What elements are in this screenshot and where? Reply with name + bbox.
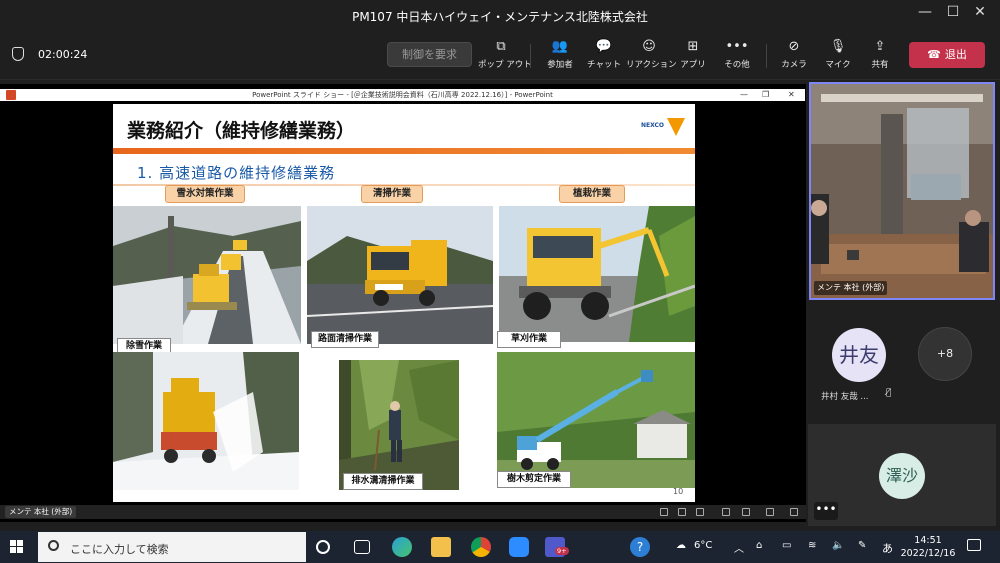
slide-header: 業務紹介（維持修繕業務） NEXCO [113, 104, 695, 154]
slide-heading: 業務紹介（維持修繕業務） [127, 120, 356, 142]
ime-indicator[interactable]: あ [882, 540, 893, 556]
ppt-window-title: PowerPoint スライド ショー - [＠企業技術説明会資料（石川高専 2… [252, 91, 553, 99]
ppt-close-icon: ✕ [788, 90, 795, 99]
photo-tree-pruning [497, 352, 695, 488]
popout-button[interactable]: ⧉ ポップ アウト [478, 38, 532, 70]
windows-taskbar: ここに入力して検索 9+ ? ☁ 6°C ︿ ⌂ ▭ ≋ 🔈 ✎ あ 14:51… [0, 531, 1000, 563]
window-title: PM107 中日本ハイウェイ・メンテナンス北陸株式会社 [352, 10, 648, 24]
tray-app-icon[interactable]: ⌂ [756, 540, 762, 551]
caption-road-sweeping: 路面清掃作業 [311, 331, 379, 348]
ppt-window-titlebar: PowerPoint スライド ショー - [＠企業技術説明会資料（石川高専 2… [0, 89, 805, 101]
category-cleaning: 清掃作業 [361, 185, 423, 203]
pen-icon[interactable]: ✎ [858, 540, 866, 551]
participant-video[interactable] [809, 82, 995, 300]
muted-mic-icon: 🎙̸ [886, 388, 892, 398]
photo-snow-removal [113, 206, 301, 344]
wifi-icon[interactable]: ≋ [808, 540, 816, 551]
self-avatar: 澤沙 [879, 453, 925, 499]
share-icon: ⇪ [874, 39, 886, 54]
category-planting: 植栽作業 [559, 185, 625, 203]
chat-button[interactable]: 💬 チャット [586, 38, 622, 70]
notification-icon[interactable] [967, 539, 981, 551]
mic-off-icon: 🎙 [829, 39, 847, 54]
reaction-button[interactable]: ☺ リアクション [626, 38, 677, 70]
weather-icon[interactable]: ☁ [676, 540, 686, 551]
taskbar-clock[interactable]: 14:51 2022/12/16 [900, 534, 956, 560]
taskbar-search[interactable]: ここに入力して検索 [38, 532, 306, 562]
reading-view-icon[interactable] [766, 508, 774, 516]
apps-icon: ⊞ [687, 39, 699, 54]
header-bar [113, 148, 695, 154]
prev-slide-icon[interactable] [660, 508, 668, 516]
request-control-button[interactable]: 制御を要求 [387, 42, 472, 67]
shield-icon [12, 47, 24, 61]
slideshow-view-icon[interactable] [790, 508, 798, 516]
next-slide-icon[interactable] [696, 508, 704, 516]
sorter-view-icon[interactable] [742, 508, 750, 516]
popout-icon: ⧉ [496, 39, 506, 54]
photo-grass-mowing [499, 206, 695, 342]
category-snow: 雪氷対策作業 [165, 185, 245, 203]
presenter-name: メンテ 本社 (外部) [5, 506, 77, 518]
caption-tree-pruning: 樹木剪定作業 [497, 471, 571, 488]
participants-icon: 👥 [551, 39, 569, 54]
tile-more-options[interactable]: ••• [814, 502, 838, 520]
cortana-icon[interactable] [316, 540, 330, 554]
more-icon: ••• [725, 39, 749, 54]
ppt-minimize-icon: — [740, 90, 748, 99]
edge-icon[interactable] [392, 537, 412, 557]
participant-name: 井村 友哉 ... [821, 392, 869, 402]
leave-button[interactable]: ☎ 退出 [909, 42, 985, 68]
battery-icon[interactable]: ▭ [782, 540, 791, 551]
phone-icon: ☎ [927, 48, 941, 61]
ppt-statusbar: メンテ 本社 (外部) [0, 505, 806, 519]
nexco-logo: NEXCO [641, 118, 687, 138]
meeting-timer: 02:00:24 [38, 48, 88, 61]
help-icon[interactable]: ? [630, 537, 650, 557]
volume-icon[interactable]: 🔈 [832, 540, 844, 551]
presentation-slide: 業務紹介（維持修繕業務） NEXCO 1. 高速道路の維持修繕業務 雪氷対策作業… [113, 104, 695, 502]
more-button[interactable]: ••• その他 [720, 38, 754, 70]
windows-start-button[interactable] [10, 540, 24, 554]
close-button[interactable]: ✕ [967, 4, 993, 26]
normal-view-icon[interactable] [722, 508, 730, 516]
notes-icon[interactable] [678, 508, 686, 516]
teams-meeting-window: PM107 中日本ハイウェイ・メンテナンス北陸株式会社 — ☐ ✕ 02:00:… [0, 0, 1000, 563]
avatar[interactable]: 井友 [832, 328, 886, 382]
zoom-icon[interactable] [509, 537, 529, 557]
weather-temp[interactable]: 6°C [694, 540, 712, 551]
caption-ditch-cleaning: 排水溝清掃作業 [343, 473, 423, 490]
ppt-restore-icon: ❐ [762, 90, 770, 99]
photo-road-sweeper [307, 206, 493, 344]
photo-snow-blower [113, 352, 299, 490]
video-participant-label: メンテ 本社 (外部) [814, 281, 888, 295]
chrome-icon[interactable] [471, 537, 491, 557]
task-view-icon[interactable] [354, 540, 370, 554]
slide-page-number: 10 [673, 487, 684, 496]
more-participants-button[interactable]: +8 [918, 327, 972, 381]
file-explorer-icon[interactable] [431, 537, 451, 557]
teams-icon[interactable]: 9+ [545, 537, 569, 557]
caption-grass-mowing: 草刈作業 [497, 331, 561, 348]
apps-button[interactable]: ⊞ アプリ [676, 38, 710, 70]
photo-ditch-cleaning [339, 360, 459, 490]
camera-button[interactable]: ⊘ カメラ [778, 38, 810, 70]
mic-button[interactable]: 🎙 マイク [822, 38, 854, 70]
window-titlebar: PM107 中日本ハイウェイ・メンテナンス北陸株式会社 — ☐ ✕ [0, 0, 1000, 32]
minimize-button[interactable]: — [912, 4, 938, 26]
reaction-icon: ☺ [642, 39, 656, 54]
search-icon [48, 540, 59, 551]
chat-icon: 💬 [595, 39, 613, 54]
teams-badge: 9+ [555, 547, 569, 555]
camera-off-icon: ⊘ [788, 39, 800, 54]
slide-subheading: 1. 高速道路の維持修繕業務 [137, 164, 336, 182]
meeting-toolbar: 02:00:24 制御を要求 ⧉ ポップ アウト 👥 参加者 💬 チャット ☺ … [0, 32, 1000, 80]
share-button[interactable]: ⇪ 共有 [864, 38, 896, 70]
participants-button[interactable]: 👥 参加者 [542, 38, 578, 70]
tray-chevron-icon[interactable]: ︿ [734, 540, 744, 555]
maximize-button[interactable]: ☐ [940, 4, 966, 26]
